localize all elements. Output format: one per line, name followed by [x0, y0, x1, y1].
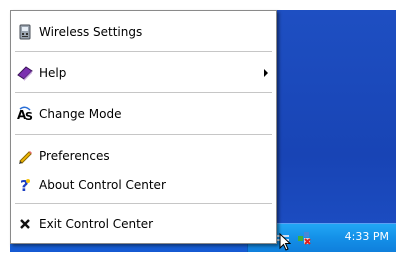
- menu-item-help[interactable]: Help: [11, 62, 276, 84]
- menu-separator: [15, 51, 272, 52]
- wireless-settings-icon: [17, 24, 33, 40]
- context-menu: Wireless Settings Help AS Change Mode Pr…: [10, 10, 277, 244]
- menu-item-label: About Control Center: [39, 178, 166, 192]
- question-icon: ?: [17, 177, 33, 193]
- submenu-arrow-icon: [264, 69, 268, 77]
- mouse-cursor-icon: [279, 233, 291, 251]
- pencil-icon: [17, 148, 33, 164]
- svg-text:S: S: [25, 110, 33, 122]
- menu-item-wireless-settings[interactable]: Wireless Settings: [11, 21, 276, 43]
- wireless-tray-icon[interactable]: [296, 230, 311, 245]
- menu-item-preferences[interactable]: Preferences: [11, 145, 276, 167]
- menu-item-label: Preferences: [39, 149, 110, 163]
- menu-item-label: Help: [39, 66, 67, 80]
- menu-separator: [15, 134, 272, 135]
- close-x-icon: [17, 216, 33, 232]
- menu-separator: [15, 203, 272, 204]
- menu-item-change-mode[interactable]: AS Change Mode: [11, 103, 276, 125]
- menu-item-about-control-center[interactable]: ? About Control Center: [11, 174, 276, 196]
- menu-item-label: Wireless Settings: [39, 25, 143, 39]
- menu-separator: [15, 92, 272, 93]
- change-mode-icon: AS: [17, 106, 33, 122]
- menu-item-label: Change Mode: [39, 107, 122, 121]
- help-book-icon: [17, 65, 33, 81]
- menu-item-exit-control-center[interactable]: Exit Control Center: [11, 213, 276, 235]
- clock[interactable]: 4:33 PM: [345, 230, 389, 243]
- menu-item-label: Exit Control Center: [39, 217, 154, 231]
